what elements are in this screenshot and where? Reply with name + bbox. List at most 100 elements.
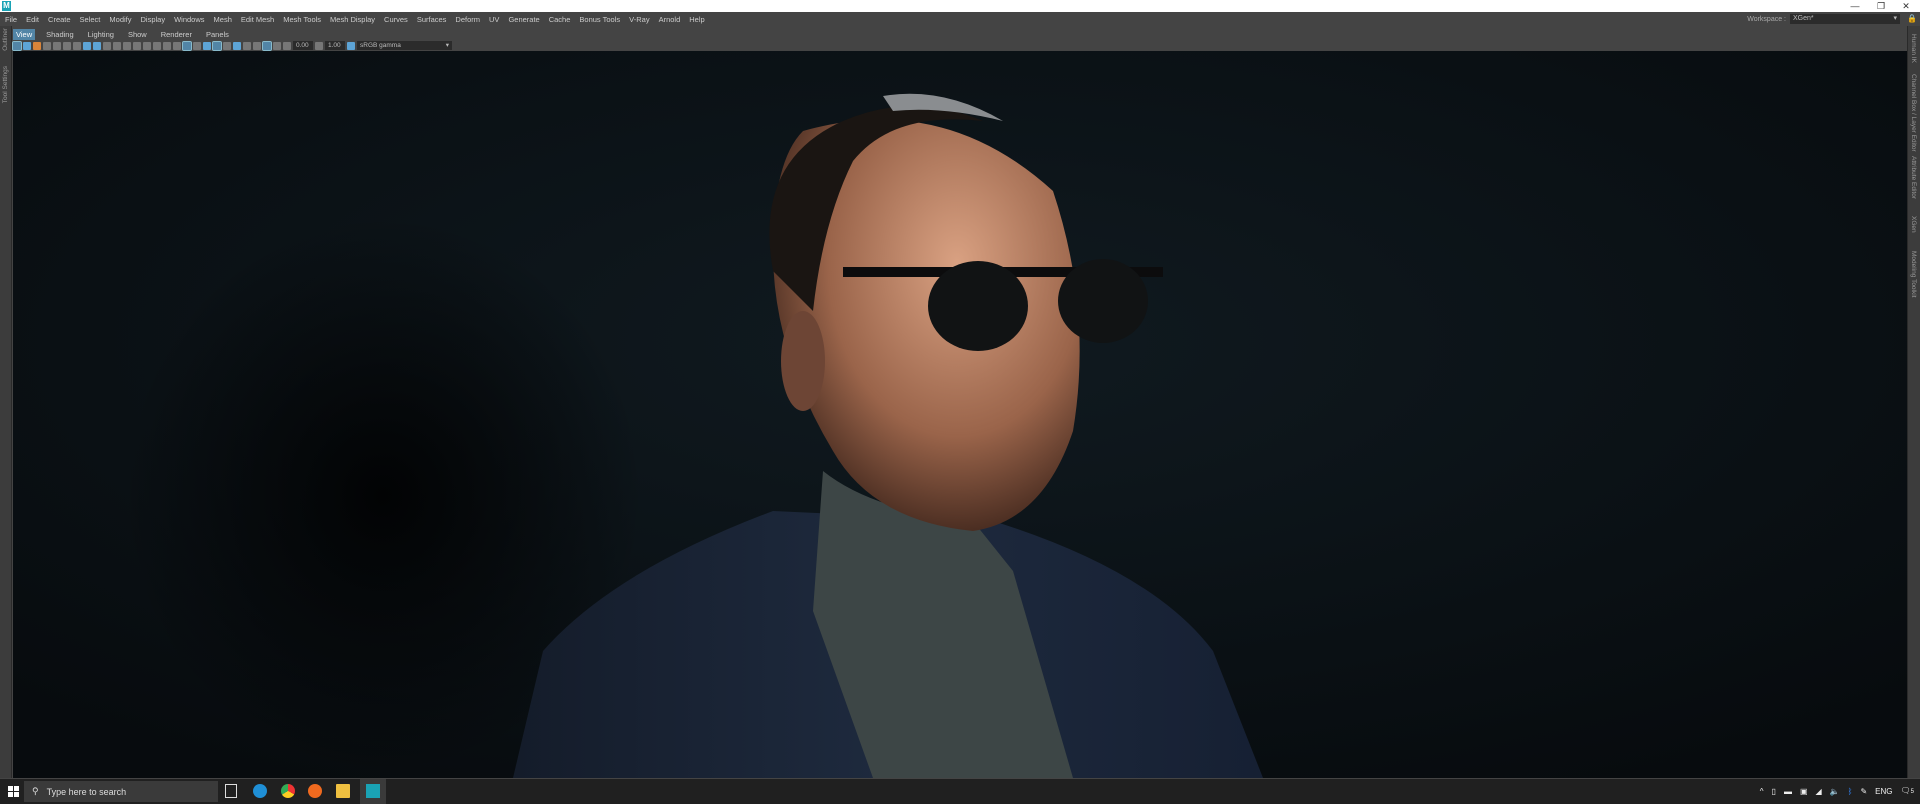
tab-tool-settings[interactable]: Tool Settings	[2, 66, 9, 103]
panel-menu-view[interactable]: View	[13, 28, 36, 40]
safe-action-icon[interactable]	[153, 41, 161, 50]
select-camera-icon[interactable]	[12, 40, 22, 51]
ambient-occlusion-icon[interactable]	[233, 41, 241, 50]
tab-attribute-editor[interactable]: Attribute Editor	[1910, 156, 1917, 199]
menu-curves[interactable]: Curves	[384, 15, 408, 24]
color-space-dropdown[interactable]: sRGB gamma	[357, 41, 452, 50]
restore-button[interactable]: ❐	[1871, 0, 1891, 12]
menu-file[interactable]: File	[5, 15, 17, 24]
firefox-icon[interactable]	[308, 784, 322, 798]
grease-pencil-icon[interactable]	[83, 41, 91, 50]
lock-icon[interactable]: 🔒	[1907, 14, 1917, 24]
taskbar-search-box[interactable]: ⚲ Type here to search	[24, 781, 218, 802]
menu-arnold[interactable]: Arnold	[659, 15, 681, 24]
menu-bonus-tools[interactable]: Bonus Tools	[579, 15, 620, 24]
use-lights-icon[interactable]	[212, 40, 222, 51]
windows-start-icon[interactable]	[8, 786, 19, 797]
wireframe-on-shaded-icon[interactable]	[193, 41, 201, 50]
windows-taskbar: ⚲ Type here to search ^ ▯ ▬ ▣ ◢ 🔈 ᛒ ✎ EN…	[0, 779, 1920, 804]
gate-mask-icon[interactable]	[133, 41, 141, 50]
tab-human-ik[interactable]: Human IK	[1910, 34, 1917, 63]
close-button[interactable]: ✕	[1896, 0, 1916, 12]
battery-icon[interactable]: ▬	[1784, 787, 1792, 797]
bookmarks-icon[interactable]	[73, 41, 81, 50]
menu-select[interactable]: Select	[80, 15, 101, 24]
maya-taskbar-button[interactable]	[360, 779, 386, 804]
2d-pan-zoom-icon[interactable]	[93, 41, 101, 50]
xray-icon[interactable]	[243, 41, 251, 50]
shadows-icon[interactable]	[223, 41, 231, 50]
menu-modify[interactable]: Modify	[109, 15, 131, 24]
character-render	[13, 51, 1907, 778]
panel-menu-show[interactable]: Show	[125, 29, 150, 40]
menu-edit[interactable]: Edit	[26, 15, 39, 24]
tab-modeling-toolkit[interactable]: Modeling Toolkit	[1910, 251, 1917, 298]
minimize-button[interactable]: —	[1845, 0, 1865, 12]
menu-deform[interactable]: Deform	[455, 15, 480, 24]
tab-channel-box[interactable]: Channel Box / Layer Editor	[1910, 74, 1917, 152]
menu-windows[interactable]: Windows	[174, 15, 204, 24]
panel-menu-lighting[interactable]: Lighting	[85, 29, 117, 40]
isolate-select-icon[interactable]	[262, 40, 272, 51]
panel-menu-renderer[interactable]: Renderer	[158, 29, 195, 40]
wireframe-icon[interactable]	[173, 41, 181, 50]
camera-attributes-icon[interactable]	[53, 41, 61, 50]
right-dock: Human IK Channel Box / Layer Editor Attr…	[1907, 26, 1920, 778]
menu-mesh-display[interactable]: Mesh Display	[330, 15, 375, 24]
panel-menu-shading[interactable]: Shading	[43, 29, 77, 40]
safe-title-icon[interactable]	[163, 41, 171, 50]
menu-generate[interactable]: Generate	[508, 15, 539, 24]
sphere-icon[interactable]	[23, 41, 31, 50]
task-view-icon[interactable]	[225, 784, 237, 798]
tab-outliner[interactable]: Outliner	[2, 28, 9, 51]
bookmark-icon[interactable]	[33, 41, 41, 50]
volume-icon[interactable]: 🔈	[1830, 787, 1840, 797]
xray-joints-icon[interactable]	[253, 41, 261, 50]
camera-icon[interactable]	[43, 41, 51, 50]
panel-menu-bar: View Shading Lighting Show Renderer Pane…	[13, 28, 232, 40]
resolution-gate-icon[interactable]	[123, 41, 131, 50]
menu-uv[interactable]: UV	[489, 15, 499, 24]
gamma-icon[interactable]	[315, 41, 323, 50]
textured-icon[interactable]	[203, 41, 211, 50]
menu-create[interactable]: Create	[48, 15, 71, 24]
chrome-icon[interactable]	[281, 784, 295, 798]
grid-icon[interactable]	[103, 41, 111, 50]
viewport-render[interactable]	[13, 51, 1907, 778]
menu-display[interactable]: Display	[141, 15, 166, 24]
menu-vray[interactable]: V-Ray	[629, 15, 649, 24]
tab-xgen[interactable]: XGen	[1910, 216, 1917, 233]
notifications-icon[interactable]: 🗨5	[1901, 786, 1915, 797]
panel-toolbar: 0.00 1.00 sRGB gamma	[12, 40, 452, 51]
menu-edit-mesh[interactable]: Edit Mesh	[241, 15, 274, 24]
menu-mesh[interactable]: Mesh	[214, 15, 232, 24]
pen-icon[interactable]: ✎	[1860, 787, 1867, 797]
panel-menu-panels[interactable]: Panels	[203, 29, 232, 40]
menu-mesh-tools[interactable]: Mesh Tools	[283, 15, 321, 24]
film-gate-icon[interactable]	[113, 41, 121, 50]
app-tray-icon[interactable]: ▣	[1800, 787, 1808, 797]
hud-icon[interactable]	[273, 41, 281, 50]
gamma-input[interactable]: 1.00	[325, 41, 345, 50]
network-icon[interactable]: ◢	[1816, 787, 1822, 797]
search-icon: ⚲	[32, 786, 39, 796]
file-explorer-icon[interactable]	[336, 784, 350, 798]
field-chart-icon[interactable]	[143, 41, 151, 50]
bluetooth-icon[interactable]: ᛒ	[1848, 787, 1853, 797]
title-bar: M — ❐ ✕	[0, 0, 1920, 12]
exposure-icon[interactable]	[283, 41, 291, 50]
edge-icon[interactable]	[253, 784, 267, 798]
workspace-dropdown[interactable]: XGen*	[1790, 14, 1900, 24]
language-indicator[interactable]: ENG	[1875, 787, 1892, 797]
menu-help[interactable]: Help	[689, 15, 704, 24]
sunglasses-lens-left	[928, 261, 1028, 351]
notification-count: 5	[1910, 789, 1914, 795]
chevron-up-icon[interactable]: ^	[1760, 787, 1764, 797]
image-plane-icon[interactable]	[63, 41, 71, 50]
usb-icon[interactable]: ▯	[1772, 787, 1776, 797]
smooth-shade-icon[interactable]	[182, 40, 192, 51]
menu-cache[interactable]: Cache	[549, 15, 571, 24]
exposure-input[interactable]: 0.00	[293, 41, 313, 50]
menu-surfaces[interactable]: Surfaces	[417, 15, 447, 24]
color-management-icon[interactable]	[347, 41, 355, 50]
